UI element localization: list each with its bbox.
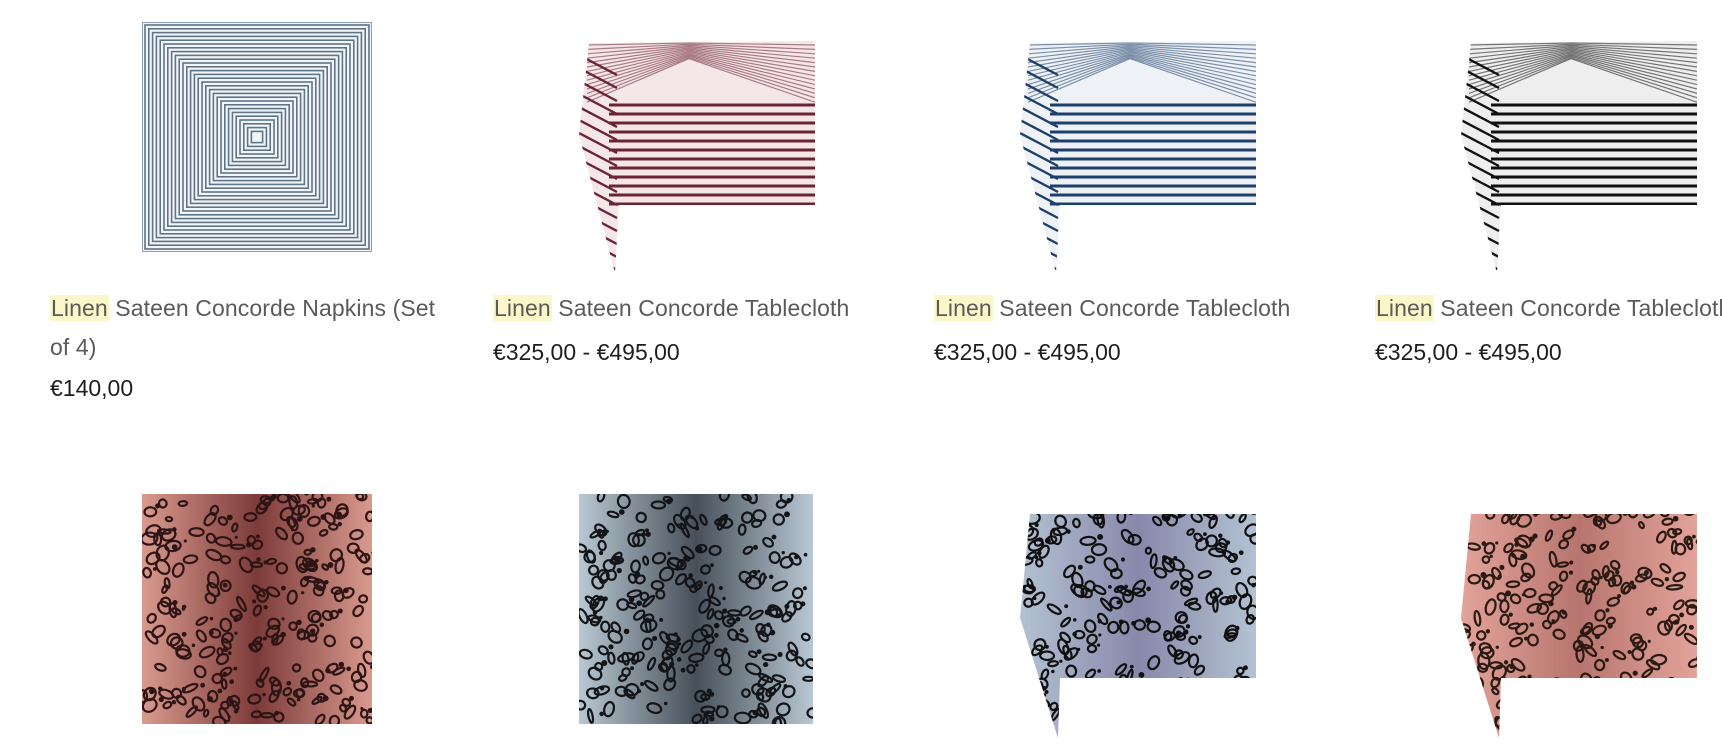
search-highlight: Linen — [493, 295, 552, 321]
leopard-tablecloth — [1020, 514, 1256, 738]
grey-leopard-napkin-image[interactable] — [579, 494, 813, 724]
product-title[interactable]: Linen Sateen Concorde Tablecloth — [493, 289, 893, 328]
product-name: Sateen Concorde Tablecloth — [558, 295, 850, 321]
product-title[interactable]: Linen Sateen Concorde Tablecloth — [1375, 289, 1722, 328]
product-title[interactable]: Linen Sateen Concorde Tablecloth — [934, 289, 1334, 328]
leopard-tablecloth — [1461, 514, 1697, 738]
product-price: €325,00 - €495,00 — [1375, 339, 1562, 365]
product-name: Sateen Concorde Tablecloth — [1440, 295, 1722, 321]
search-highlight: Linen — [1375, 295, 1434, 321]
red-striped-tablecloth-image[interactable] — [579, 35, 815, 270]
concentric-stripe-napkin-image[interactable] — [142, 22, 372, 252]
search-highlight: Linen — [50, 295, 109, 321]
blue-striped-tablecloth-image[interactable] — [1020, 35, 1256, 270]
black-striped-tablecloth-image[interactable] — [1461, 35, 1697, 270]
leopard-napkin — [142, 494, 372, 724]
pink-leopard-tablecloth-image[interactable] — [1461, 508, 1697, 743]
product-price: €325,00 - €495,00 — [934, 339, 1121, 365]
product-title[interactable]: Linen Sateen Concorde Napkins (Set of 4) — [50, 289, 450, 367]
product-price: €140,00 — [50, 375, 134, 401]
leopard-napkin — [579, 494, 813, 724]
striped-tablecloth — [579, 41, 815, 270]
striped-tablecloth — [1461, 41, 1697, 270]
pink-leopard-napkin-image[interactable] — [142, 494, 372, 724]
napkin-ground — [142, 22, 372, 252]
striped-tablecloth — [1020, 41, 1256, 270]
product-name: Sateen Concorde Tablecloth — [999, 295, 1291, 321]
product-price: €325,00 - €495,00 — [493, 339, 680, 365]
blue-leopard-tablecloth-image[interactable] — [1020, 508, 1256, 743]
search-highlight: Linen — [934, 295, 993, 321]
